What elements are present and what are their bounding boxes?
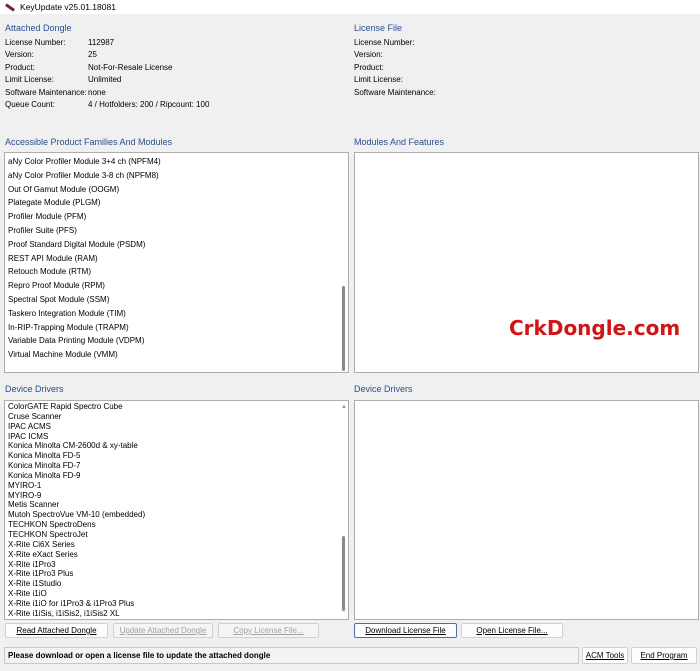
list-item[interactable]: MYIRO-9 (5, 491, 348, 501)
info-row: Limit License: Unlimited (5, 74, 209, 86)
info-row: Queue Count: 4 / Hotfolders: 200 / Ripcou… (5, 99, 209, 111)
device-drivers-list[interactable]: ▲ ▼ ColorGATE Rapid Spectro Cube Cruse Sc… (4, 400, 349, 620)
download-license-file-button[interactable]: Download License File (354, 623, 457, 638)
list-item[interactable]: Cruse Scanner (5, 412, 348, 422)
read-attached-dongle-button[interactable]: Read Attached Dongle (5, 623, 108, 638)
license-device-drivers-heading: Device Drivers (354, 384, 413, 394)
license-device-drivers-list[interactable] (354, 400, 699, 620)
list-item[interactable]: X-Rite Ci6X Series (5, 540, 348, 550)
attached-dongle-heading: Attached Dongle (5, 23, 72, 33)
info-row: Software Maintenance: none (5, 87, 209, 99)
scrollbar-thumb[interactable] (342, 536, 345, 611)
list-item[interactable]: X-Rite i1iO for i1Pro3 & i1Pro3 Plus (5, 599, 348, 609)
list-item[interactable]: Variable Data Printing Module (VDPM) (5, 334, 348, 348)
info-label: Limit License: (354, 75, 403, 85)
list-item[interactable]: ColorGATE Rapid Spectro Cube (5, 402, 348, 412)
info-row: Software Maintenance: (354, 87, 437, 99)
list-item[interactable]: Virtual Machine Module (VMM) (5, 348, 348, 362)
info-value: 112987 (88, 38, 115, 47)
window-title: KeyUpdate v25.01.18081 (20, 2, 116, 12)
info-label: License Number: (5, 38, 66, 47)
acm-tools-button[interactable]: ACM Tools (582, 647, 628, 664)
info-row: Version: 25 (5, 49, 209, 61)
info-row: Limit License: (354, 74, 437, 86)
info-label: Version: (354, 50, 383, 60)
list-item[interactable]: MYIRO-1 (5, 481, 348, 491)
modules-list[interactable]: aNy Color Profiler Module 3+4 ch (NPFM4)… (4, 152, 349, 373)
app-icon (5, 2, 15, 12)
info-row: Product: Not-For-Resale License (5, 62, 209, 74)
info-label: Software Maintenance: (354, 87, 436, 97)
info-label: Queue Count: (5, 100, 55, 110)
list-item[interactable]: Profiler Module (PFM) (5, 210, 348, 224)
list-item[interactable]: Konica Minolta FD-9 (5, 471, 348, 481)
drivers-scrollbar[interactable]: ▲ ▼ (339, 401, 348, 619)
info-label: Version: (5, 50, 34, 60)
list-item[interactable]: Repro Proof Module (RPM) (5, 279, 348, 293)
list-item[interactable]: Konica Minolta FD-5 (5, 451, 348, 461)
list-item[interactable]: Spectral Spot Module (SSM) (5, 293, 348, 307)
modules-heading: Accessible Product Families And Modules (5, 137, 173, 147)
list-item[interactable]: IPAC ACMS (5, 422, 348, 432)
info-label: License Number: (354, 38, 415, 47)
list-item[interactable]: Konica Minolta FD-7 (5, 461, 348, 471)
list-item[interactable]: X-Rite i1Studio (5, 579, 348, 589)
list-item[interactable]: aNy Color Profiler Module 3+4 ch (NPFM4) (5, 155, 348, 169)
attached-dongle-info: License Number: 112987 Version: 25 Product: N… (5, 37, 209, 111)
list-item[interactable]: Out Of Gamut Module (OOGM) (5, 183, 348, 197)
info-label: Software Maintenance: (5, 87, 87, 97)
info-value: Unlimited (88, 75, 122, 85)
license-file-heading: License File (354, 23, 403, 33)
scroll-up-icon[interactable]: ▲ (341, 403, 347, 413)
info-value: none (88, 87, 106, 97)
license-file-info: License Number: Version: Product: Limit Lic… (354, 37, 437, 99)
info-value: Not-For-Resale License (88, 62, 173, 72)
info-label: Limit License: (5, 75, 54, 85)
scroll-down-icon[interactable]: ▼ (341, 607, 347, 617)
list-item[interactable]: Proof Standard Digital Module (PSDM) (5, 238, 348, 252)
list-item[interactable]: Taskero Integration Module (TIM) (5, 307, 348, 321)
info-label: Product: (354, 62, 384, 72)
status-bar: Please download or open a license file t… (4, 647, 579, 664)
list-item[interactable]: X-Rite i1Pro3 Plus (5, 569, 348, 579)
info-row: License Number: (354, 37, 437, 49)
list-item[interactable]: Mutoh SpectroVue VM-10 (embedded) (5, 510, 348, 520)
list-item[interactable]: Plategate Module (PLGM) (5, 196, 348, 210)
list-item[interactable]: TECHKON SpectroJet (5, 530, 348, 540)
list-item[interactable]: aNy Color Profiler Module 3-8 ch (NPFM8) (5, 169, 348, 183)
modules-scrollbar[interactable] (339, 153, 348, 372)
copy-license-file-button[interactable]: Copy License File... (218, 623, 319, 638)
info-value: 4 / Hotfolders: 200 / Ripcount: 100 (88, 100, 210, 110)
info-row: License Number: 112987 (5, 37, 209, 49)
title-bar: KeyUpdate v25.01.18081 (0, 0, 700, 14)
list-item[interactable]: X-Rite i1iO (5, 589, 348, 599)
list-item[interactable]: In-RIP-Trapping Module (TRAPM) (5, 321, 348, 335)
list-item[interactable]: Profiler Suite (PFS) (5, 224, 348, 238)
list-item[interactable]: X-Rite eXact Series (5, 550, 348, 560)
list-item[interactable]: Retouch Module (RTM) (5, 265, 348, 279)
list-item[interactable]: Metis Scanner (5, 500, 348, 510)
list-item[interactable]: IPAC ICMS (5, 432, 348, 442)
info-label: Product: (5, 62, 35, 72)
list-item[interactable]: TECHKON SpectroDens (5, 520, 348, 530)
info-row: Version: (354, 49, 437, 61)
device-drivers-heading: Device Drivers (5, 384, 64, 394)
end-program-button[interactable]: End Program (631, 647, 697, 664)
features-heading: Modules And Features (354, 137, 445, 147)
list-item[interactable]: X-Rite i1iSis, i1iSis2, i1iSis2 XL (5, 609, 348, 619)
list-item[interactable]: REST API Module (RAM) (5, 252, 348, 266)
scrollbar-thumb[interactable] (342, 286, 345, 371)
update-attached-dongle-button[interactable]: Update Attached Dongle (113, 623, 213, 638)
list-item[interactable]: Konica Minolta CM-2600d & xy-table (5, 441, 348, 451)
info-row: Product: (354, 62, 437, 74)
watermark: CrkDongle.com (509, 316, 681, 340)
open-license-file-button[interactable]: Open License File... (461, 623, 563, 638)
list-item[interactable]: X-Rite i1Pro3 (5, 560, 348, 570)
info-value: 25 (88, 50, 97, 60)
